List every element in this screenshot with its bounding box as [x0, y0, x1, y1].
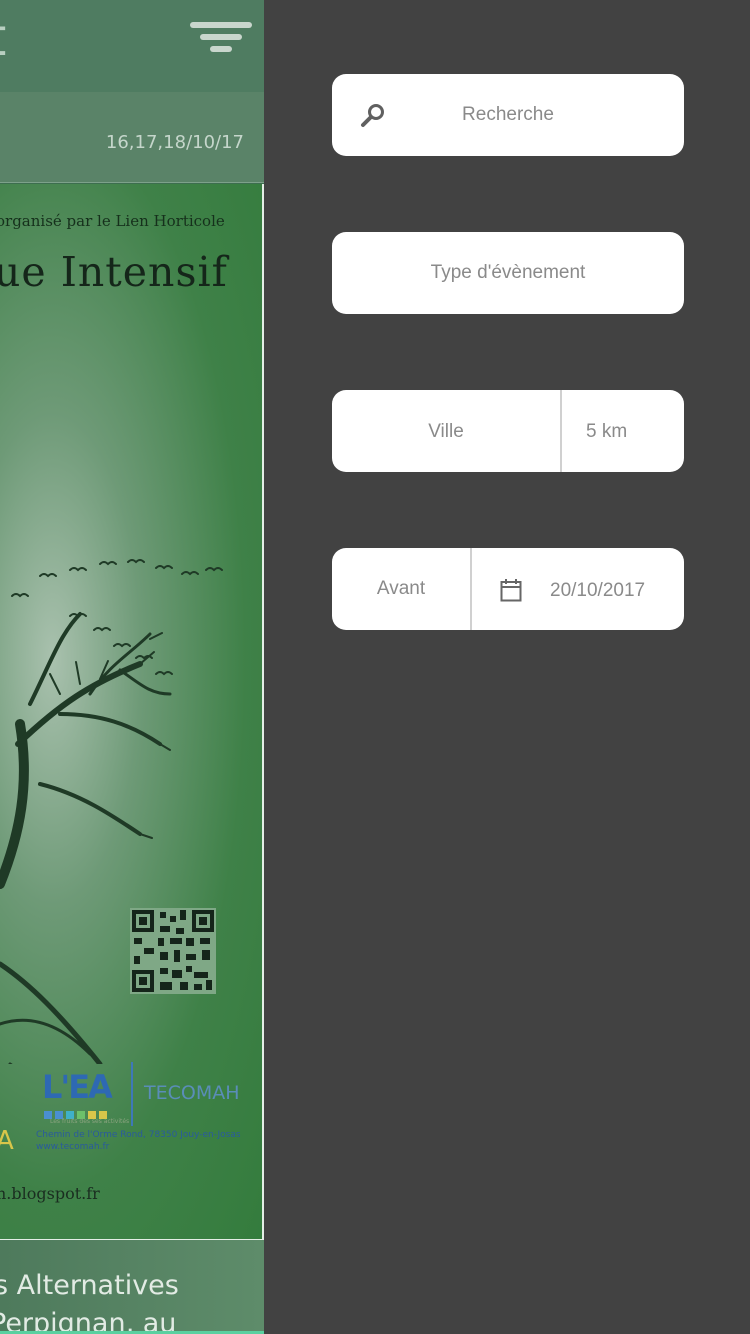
radius-select[interactable]: 5 km — [586, 421, 627, 443]
calendar-icon[interactable] — [500, 578, 522, 602]
page-title: t — [0, 8, 6, 68]
partner-logo-letter: A — [0, 1126, 14, 1156]
lea-logo: L'EA — [42, 1068, 113, 1106]
search-placeholder: Recherche — [462, 104, 554, 125]
qr-code — [130, 908, 216, 994]
background-page: t 16,17,18/10/17 organisé par le Lien Ho… — [0, 0, 264, 1334]
filter-button[interactable] — [188, 20, 254, 58]
filter-drawer: Recherche Type d'évènement Ville 5 km Av… — [264, 0, 750, 1334]
date-mode-select[interactable]: Avant — [332, 578, 470, 600]
poster-address: Chemin de l'Orme Rond, 78350 Jouy-en-Jos… — [36, 1130, 241, 1140]
event-type-select[interactable]: Type d'évènement — [332, 232, 684, 314]
city-filter: Ville 5 km — [332, 390, 684, 472]
logo-divider — [131, 1062, 133, 1126]
app-bar: t — [0, 0, 264, 92]
event-dates: 16,17,18/10/17 — [105, 132, 244, 153]
next-event-title: s Alternatives — [0, 1270, 179, 1301]
date-divider — [470, 548, 472, 630]
date-filter: Avant 20/10/2017 — [332, 548, 684, 630]
city-input[interactable]: Ville — [332, 421, 560, 443]
tecomah-logo: TECOMAH — [144, 1082, 240, 1104]
poster-title: ue Intensif — [0, 248, 228, 296]
lea-logo-tagline: Les fruits des ses activités — [50, 1118, 130, 1125]
event-type-placeholder: Type d'évènement — [430, 262, 586, 283]
event-header[interactable]: 16,17,18/10/17 — [0, 92, 264, 183]
poster-blog-url: h.blogspot.fr — [0, 1184, 100, 1203]
date-picker-value[interactable]: 20/10/2017 — [550, 580, 645, 602]
search-input[interactable]: Recherche — [332, 74, 684, 156]
event-poster-image[interactable]: organisé par le Lien Horticole ue Intens… — [0, 184, 264, 1241]
poster-organizer: organisé par le Lien Horticole — [0, 212, 225, 230]
city-divider — [560, 390, 562, 472]
next-event-card[interactable]: s Alternatives Perpignan, au — [0, 1240, 264, 1334]
poster-website: www.tecomah.fr — [36, 1142, 110, 1152]
